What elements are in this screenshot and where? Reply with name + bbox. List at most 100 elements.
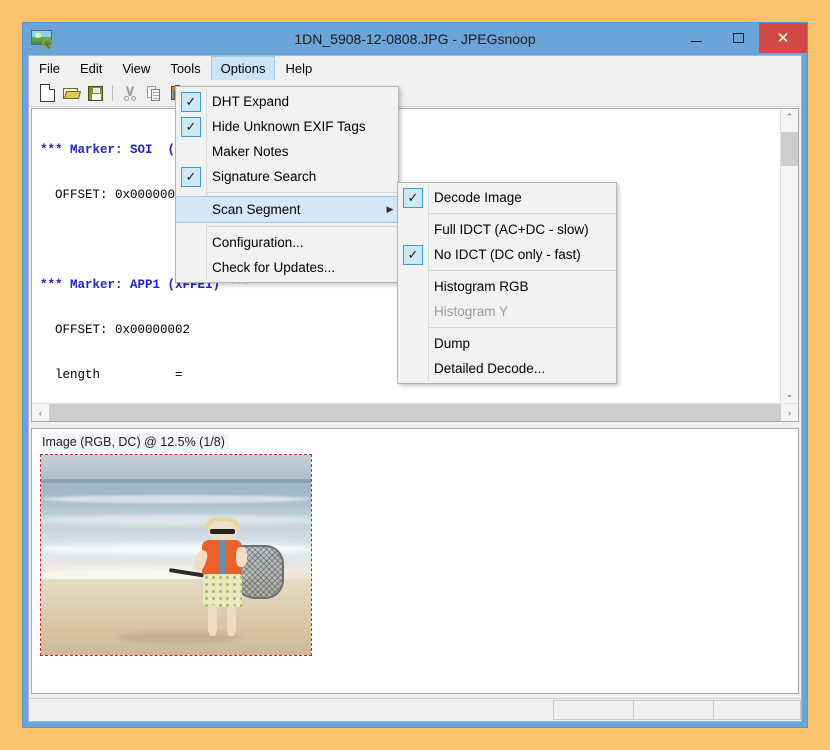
check-col: [398, 331, 428, 356]
maximize-button[interactable]: [717, 23, 759, 53]
menu-item-label: DHT Expand: [212, 94, 290, 109]
copy-button[interactable]: [142, 82, 166, 104]
scan-segment-submenu: ✓ Decode Image Full IDCT (AC+DC - slow) …: [397, 182, 617, 384]
menu-item-label: No IDCT (DC only - fast): [434, 247, 581, 262]
status-main: [29, 699, 553, 721]
open-icon: [62, 86, 81, 100]
checkbox-checked-icon[interactable]: ✓: [403, 187, 423, 208]
client-area: File Edit View Tools Options Help *** Ma…: [28, 55, 802, 722]
image-caption: Image (RGB, DC) @ 12.5% (1/8): [40, 434, 229, 450]
scissors-icon: [123, 85, 137, 101]
window-controls: ✕: [675, 23, 807, 53]
title-bar: 1DN_5908-12-0808.JPG - JPEGsnoop ✕: [23, 23, 807, 55]
save-button[interactable]: [83, 82, 107, 104]
menu-item-configuration[interactable]: Configuration...: [176, 230, 398, 255]
close-button[interactable]: ✕: [759, 23, 807, 53]
checkbox-checked-icon[interactable]: ✓: [181, 91, 201, 112]
check-col: ✓: [176, 89, 206, 114]
menu-file[interactable]: File: [29, 56, 70, 80]
check-col: [176, 230, 206, 255]
save-icon: [87, 85, 103, 101]
check-col: [398, 274, 428, 299]
menu-item-label: Scan Segment: [212, 202, 301, 217]
photo-subject: [168, 517, 285, 641]
check-col: ✓: [176, 164, 206, 189]
checkbox-checked-icon[interactable]: ✓: [181, 116, 201, 137]
menu-separator: [428, 270, 616, 271]
menu-edit[interactable]: Edit: [70, 56, 112, 80]
menu-item-label: Configuration...: [212, 235, 304, 250]
scroll-down-icon[interactable]: ⌄: [781, 386, 798, 403]
menu-item-histogram-rgb[interactable]: Histogram RGB: [398, 274, 616, 299]
checkbox-checked-icon[interactable]: ✓: [403, 244, 423, 265]
open-button[interactable]: [59, 82, 83, 104]
status-pane-1: [553, 700, 633, 720]
menu-item-maker-notes[interactable]: Maker Notes: [176, 139, 398, 164]
vertical-scrollbar[interactable]: ⌃ ⌄: [780, 109, 798, 403]
scroll-right-icon[interactable]: ›: [781, 404, 798, 421]
menu-item-no-idct[interactable]: ✓ No IDCT (DC only - fast): [398, 242, 616, 267]
image-preview-pane: Image (RGB, DC) @ 12.5% (1/8): [31, 428, 799, 694]
menu-item-signature-search[interactable]: ✓ Signature Search: [176, 164, 398, 189]
minimize-icon: [690, 41, 702, 42]
status-pane-3: [713, 700, 801, 720]
menu-item-label: Dump: [434, 336, 471, 351]
menu-item-label: Full IDCT (AC+DC - slow): [434, 222, 589, 237]
check-col: [398, 356, 428, 381]
menu-item-check-for-updates[interactable]: Check for Updates...: [176, 255, 398, 280]
scroll-left-icon[interactable]: ‹: [32, 404, 49, 421]
h-scroll-track[interactable]: [49, 404, 781, 421]
options-dropdown-menu: ✓ DHT Expand ✓ Hide Unknown EXIF Tags Ma…: [175, 86, 399, 283]
log-line: *** Marker: SOI (xFFD8) ***: [40, 143, 251, 157]
menu-separator: [206, 192, 398, 193]
menu-item-label: Signature Search: [212, 169, 317, 184]
menu-item-hide-unknown-exif-tags[interactable]: ✓ Hide Unknown EXIF Tags: [176, 114, 398, 139]
v-scroll-thumb[interactable]: [781, 132, 798, 166]
status-bar: [29, 698, 801, 721]
check-col: [398, 299, 428, 324]
toolbar-separator: [112, 85, 113, 101]
decoded-photo[interactable]: [41, 455, 311, 655]
application-window: 1DN_5908-12-0808.JPG - JPEGsnoop ✕ File …: [22, 22, 808, 728]
menu-item-label: Check for Updates...: [212, 260, 336, 275]
status-pane-2: [633, 700, 713, 720]
menu-view[interactable]: View: [112, 56, 160, 80]
menu-item-decode-image[interactable]: ✓ Decode Image: [398, 185, 616, 210]
copy-icon: [146, 85, 162, 101]
chevron-right-icon: ▶: [386, 204, 394, 214]
menu-separator: [428, 213, 616, 214]
check-col: [176, 197, 206, 222]
menu-item-label: Detailed Decode...: [434, 361, 546, 376]
maximize-icon: [732, 33, 744, 43]
menu-item-detailed-decode[interactable]: Detailed Decode...: [398, 356, 616, 381]
menu-options[interactable]: Options: [210, 56, 276, 80]
check-col: ✓: [398, 242, 428, 267]
check-col: [176, 255, 206, 280]
v-scroll-track[interactable]: [781, 126, 798, 386]
menu-help[interactable]: Help: [275, 56, 322, 80]
cut-button[interactable]: [118, 82, 142, 104]
toolbar: [29, 80, 801, 107]
menu-item-label: Hide Unknown EXIF Tags: [212, 119, 366, 134]
menu-item-label: Maker Notes: [212, 144, 289, 159]
new-icon: [39, 84, 55, 102]
menu-tools[interactable]: Tools: [160, 56, 210, 80]
menu-item-label: Histogram RGB: [434, 279, 529, 294]
h-scroll-thumb[interactable]: [49, 404, 781, 421]
new-button[interactable]: [35, 82, 59, 104]
menu-item-dht-expand[interactable]: ✓ DHT Expand: [176, 89, 398, 114]
check-col: [398, 217, 428, 242]
scroll-up-icon[interactable]: ⌃: [781, 109, 798, 126]
menu-separator: [428, 327, 616, 328]
menu-item-label: Histogram Y: [434, 304, 509, 319]
check-col: ✓: [398, 185, 428, 210]
menu-bar: File Edit View Tools Options Help: [29, 56, 801, 80]
horizontal-scrollbar[interactable]: ‹ ›: [32, 403, 798, 421]
checkbox-checked-icon[interactable]: ✓: [181, 166, 201, 187]
minimize-button[interactable]: [675, 23, 717, 53]
menu-item-full-idct[interactable]: Full IDCT (AC+DC - slow): [398, 217, 616, 242]
menu-item-scan-segment[interactable]: Scan Segment ▶: [176, 196, 398, 223]
check-col: [176, 139, 206, 164]
menu-item-dump[interactable]: Dump: [398, 331, 616, 356]
photo-selection-border[interactable]: [40, 454, 312, 656]
